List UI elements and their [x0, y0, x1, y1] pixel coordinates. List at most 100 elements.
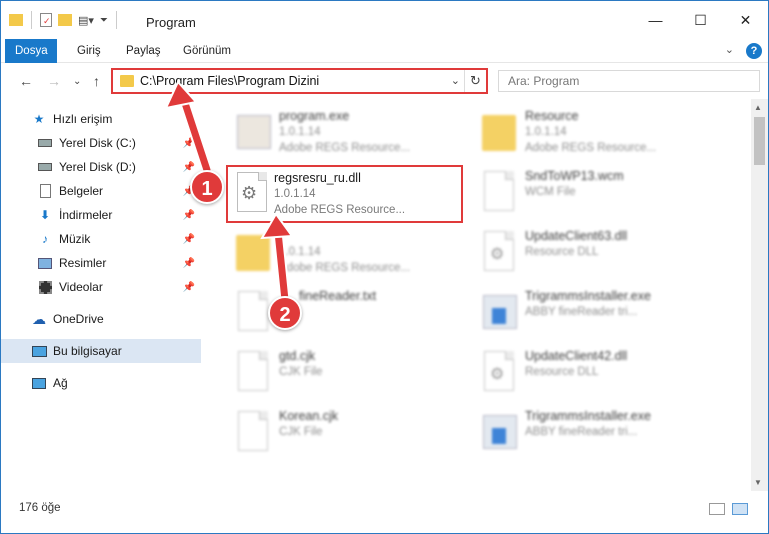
sidebar-item-label: Belgeler	[59, 184, 104, 198]
file-name: Korean.cjk	[279, 409, 339, 423]
pin-icon[interactable]: 📌	[183, 258, 195, 269]
sidebar-item-label: Müzik	[59, 232, 91, 246]
up-arrow-icon[interactable]: ↑	[93, 73, 100, 89]
vertical-scrollbar[interactable]: ▲ ▼	[751, 99, 768, 491]
sidebar-item-quick-access[interactable]: ★ Hızlı erişim	[1, 107, 201, 131]
tab-dosya[interactable]: Dosya	[5, 39, 57, 63]
sidebar-item-resimler[interactable]: Resimler 📌	[1, 251, 201, 275]
dll-gear-icon: ⚙	[230, 170, 272, 218]
list-item[interactable]: gtd.cjk CJK File	[227, 345, 467, 403]
search-input[interactable]: Ara: Program	[498, 70, 760, 92]
file-name: TrigrammsInstaller.exe	[525, 289, 651, 303]
tab-giris[interactable]: Giriş	[67, 39, 111, 63]
sidebar-item-disk-d[interactable]: Yerel Disk (D:) 📌	[1, 155, 201, 179]
application-icon	[477, 289, 519, 337]
callout-badge-1: 1	[190, 170, 224, 204]
dll-gear-icon: ⚙	[477, 349, 519, 397]
folder-icon	[9, 14, 23, 26]
sidebar-item-muzik[interactable]: ♪ Müzik 📌	[1, 227, 201, 251]
file-description: Adobe REGS Resource...	[525, 142, 657, 154]
star-icon: ★	[33, 112, 45, 126]
list-item[interactable]: TrigrammsInstaller.exe ABBY fineReader t…	[473, 405, 713, 463]
file-type: CJK File	[279, 366, 323, 378]
ribbon-tabs: Dosya Giriş Paylaş Görünüm ⌄ ?	[1, 39, 768, 63]
video-icon	[37, 279, 53, 295]
sidebar-item-network[interactable]: Ağ	[1, 371, 201, 395]
list-item[interactable]: 1.0.1.14 Adobe REGS Resource...	[227, 225, 467, 283]
list-item[interactable]: TrigrammsInstaller.exe ABBY fineReader t…	[473, 285, 713, 343]
window-controls: — ☐ ✕	[633, 1, 768, 39]
pin-icon[interactable]: 📌	[183, 162, 195, 173]
status-bar: 176 öğe	[1, 497, 768, 521]
forward-arrow-icon[interactable]: →	[47, 73, 61, 89]
callout-badge-2: 2	[268, 296, 302, 330]
list-item[interactable]: Resource 1.0.1.14 Adobe REGS Resource...	[473, 105, 713, 163]
file-name: SndToWP13.wcm	[525, 169, 624, 183]
network-icon	[31, 375, 47, 391]
sidebar-item-label: Yerel Disk (C:)	[59, 136, 136, 150]
list-item[interactable]: fineReader.txt	[227, 285, 467, 343]
maximize-button[interactable]: ☐	[678, 1, 723, 39]
refresh-button[interactable]: ↻	[464, 70, 486, 92]
pin-icon[interactable]: 📌	[183, 282, 195, 293]
file-type: Resource DLL	[525, 366, 599, 378]
document-icon	[231, 349, 273, 397]
explorer-window: ✓ ▤▾ ⏷ Program — ☐ ✕ Dosya Giriş Paylaş …	[0, 0, 769, 534]
title-bar: ✓ ▤▾ ⏷ Program — ☐ ✕	[1, 1, 768, 39]
sidebar-item-indirmeler[interactable]: ⬇ İndirmeler 📌	[1, 203, 201, 227]
chevron-down-icon[interactable]: ⌄	[451, 74, 460, 87]
document-icon	[477, 169, 519, 217]
recent-locations-icon[interactable]: ⌄	[73, 76, 81, 87]
close-button[interactable]: ✕	[723, 1, 768, 39]
cloud-icon: ☁	[32, 310, 46, 327]
list-item[interactable]: ⚙ UpdateClient42.dll Resource DLL	[473, 345, 713, 403]
minimize-button[interactable]: —	[633, 1, 678, 39]
file-version: 1.0.1.14	[279, 126, 321, 138]
pin-icon[interactable]: 📌	[183, 138, 195, 149]
pin-icon[interactable]: 📌	[183, 210, 195, 221]
drive-icon	[37, 159, 53, 175]
chevron-down-icon[interactable]: ⌄	[725, 43, 734, 56]
music-icon: ♪	[42, 232, 48, 246]
file-version: 1.0.1.14	[279, 246, 321, 258]
chevron-down-icon[interactable]: ⏷	[100, 15, 108, 26]
document-icon	[231, 409, 273, 457]
file-name: UpdateClient63.dll	[525, 229, 628, 243]
help-button[interactable]: ?	[746, 43, 762, 59]
pin-icon[interactable]: 📌	[183, 234, 195, 245]
sidebar-item-onedrive[interactable]: ☁ OneDrive	[1, 307, 201, 331]
back-arrow-icon[interactable]: ←	[19, 73, 33, 89]
tiles-view-icon[interactable]	[732, 503, 748, 515]
scroll-down-icon[interactable]: ▼	[754, 478, 762, 487]
sidebar-item-label: Ağ	[53, 376, 68, 390]
address-path: C:\Program Files\Program Dizini	[140, 74, 320, 88]
details-view-icon[interactable]	[709, 503, 725, 515]
document-icon	[231, 289, 273, 337]
drive-icon	[37, 135, 53, 151]
highlighted-file-item[interactable]: ⚙ regsresru_ru.dll 1.0.1.14 Adobe REGS R…	[226, 165, 463, 223]
item-count: 176 öğe	[19, 502, 61, 514]
sidebar-item-this-pc[interactable]: Bu bilgisayar	[1, 339, 201, 363]
pictures-icon	[37, 255, 53, 271]
sidebar-item-videolar[interactable]: Videolar 📌	[1, 275, 201, 299]
file-description: Adobe REGS Resource...	[279, 262, 411, 274]
scroll-up-icon[interactable]: ▲	[754, 103, 762, 112]
tab-gorunum[interactable]: Görünüm	[173, 39, 241, 63]
properties-icon[interactable]: ✓	[40, 13, 52, 27]
sidebar-item-label: OneDrive	[53, 312, 104, 326]
scroll-thumb[interactable]	[754, 117, 765, 165]
list-item[interactable]: SndToWP13.wcm WCM File	[473, 165, 713, 223]
sidebar-item-belgeler[interactable]: Belgeler 📌	[1, 179, 201, 203]
file-description: Adobe REGS Resource...	[274, 204, 406, 216]
new-folder-icon[interactable]	[58, 14, 72, 26]
divider	[31, 11, 32, 29]
address-bar[interactable]: C:\Program Files\Program Dizini ⌄ ↻	[111, 68, 488, 94]
sidebar-item-disk-c[interactable]: Yerel Disk (C:) 📌	[1, 131, 201, 155]
list-item[interactable]: ⚙ UpdateClient63.dll Resource DLL	[473, 225, 713, 283]
list-item[interactable]: program.exe 1.0.1.14 Adobe REGS Resource…	[227, 105, 467, 163]
customize-icon[interactable]: ▤▾	[78, 14, 94, 27]
list-item[interactable]: Korean.cjk CJK File	[227, 405, 467, 463]
tab-paylas[interactable]: Paylaş	[116, 39, 171, 63]
sidebar-item-label: Yerel Disk (D:)	[59, 160, 136, 174]
file-type: WCM File	[525, 186, 576, 198]
